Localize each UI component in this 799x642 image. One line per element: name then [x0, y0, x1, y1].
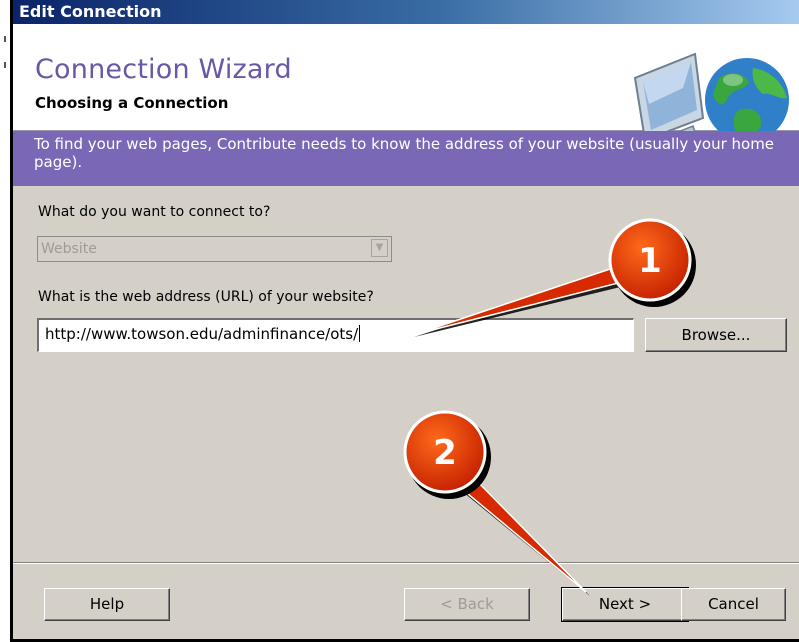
url-value: http://www.towson.edu/adminfinance/ots/	[45, 325, 359, 343]
edge-mark	[4, 62, 6, 68]
edit-connection-dialog: Edit Connection Connection Wizard Choosi…	[10, 0, 799, 642]
window-title: Edit Connection	[19, 2, 162, 21]
connect-to-value: Website	[41, 241, 97, 257]
chevron-down-icon[interactable]: ▼	[371, 239, 388, 257]
url-input[interactable]: http://www.towson.edu/adminfinance/ots/	[37, 318, 634, 352]
url-label: What is the web address (URL) of your we…	[38, 289, 374, 305]
edge-mark	[4, 36, 6, 42]
text-caret	[359, 325, 361, 342]
window-titlebar[interactable]: Edit Connection	[13, 0, 799, 24]
footer-divider	[13, 562, 799, 564]
wizard-subtitle: Choosing a Connection	[35, 94, 229, 112]
browse-button[interactable]: Browse...	[645, 318, 787, 352]
cancel-button[interactable]: Cancel	[681, 588, 786, 621]
back-button[interactable]: < Back	[404, 588, 530, 621]
connect-to-select[interactable]: Website ▼	[37, 236, 392, 262]
instruction-banner: To find your web pages, Contribute needs…	[13, 131, 799, 186]
connect-to-label: What do you want to connect to?	[38, 204, 271, 220]
next-button[interactable]: Next >	[561, 587, 689, 622]
help-button[interactable]: Help	[44, 588, 170, 621]
instruction-text: To find your web pages, Contribute needs…	[34, 135, 775, 171]
wizard-header: Connection Wizard Choosing a Connection	[13, 24, 799, 153]
desktop-edge	[0, 0, 10, 642]
globe-icon	[705, 58, 789, 142]
wizard-title: Connection Wizard	[35, 54, 292, 85]
